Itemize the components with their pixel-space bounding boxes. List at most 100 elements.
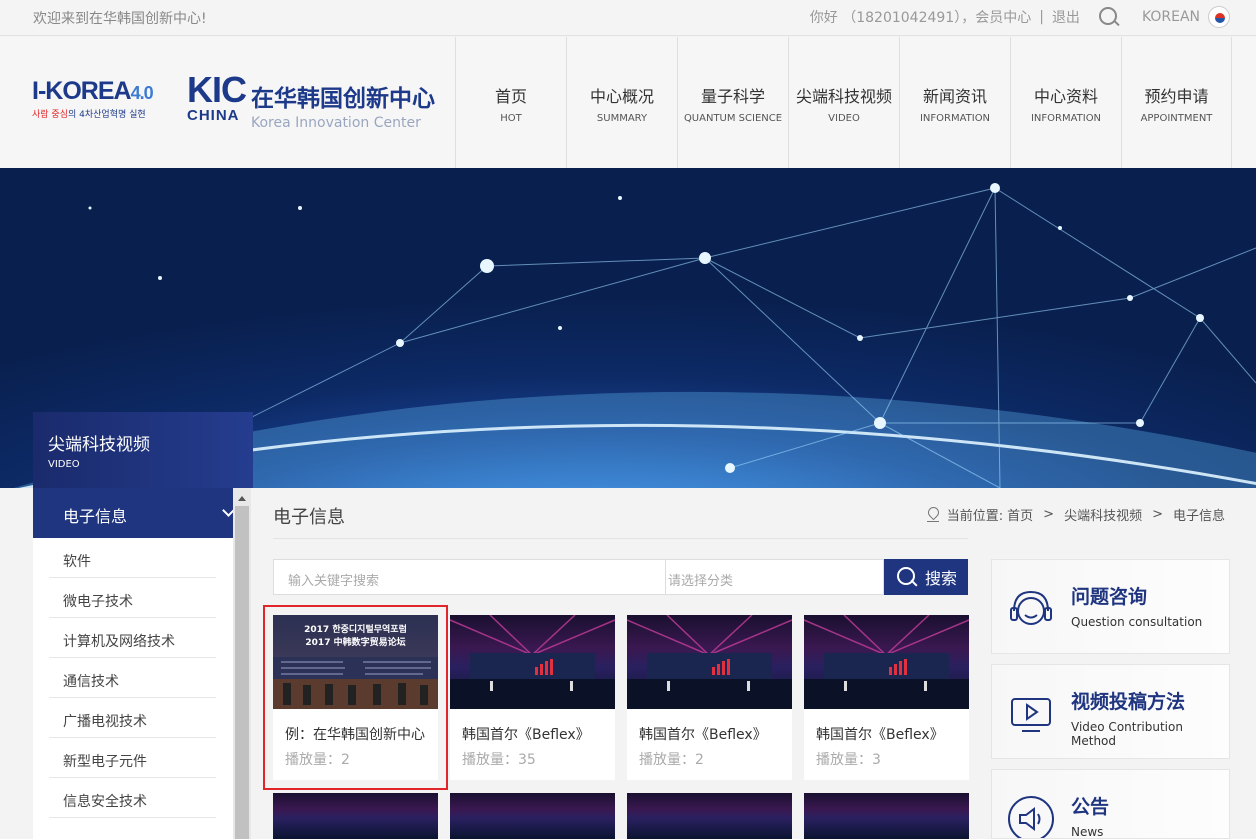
- user-greeting-link[interactable]: 你好 （18201042491），会员中心: [810, 7, 1031, 27]
- scrollbar-thumb[interactable]: [235, 506, 249, 839]
- video-play-count: 播放量：35: [462, 752, 536, 768]
- nav-item-summary[interactable]: 中心概况 SUMMARY: [566, 37, 677, 168]
- headset-icon: [1010, 590, 1052, 625]
- sidebar-item-microelectronics[interactable]: 微电子技术: [49, 578, 216, 618]
- nav-label: 中心概况: [589, 87, 654, 106]
- logout-link[interactable]: 退出: [1052, 7, 1080, 27]
- breadcrumb-label: 当前位置:: [946, 509, 1004, 524]
- keyword-search-input[interactable]: 输入关键字搜索: [273, 559, 666, 595]
- breadcrumb-sep: >: [1043, 507, 1055, 522]
- nav-sublabel: SUMMARY: [596, 113, 648, 124]
- video-play-count: 播放量：3: [816, 752, 881, 768]
- video-card[interactable]: [804, 793, 969, 839]
- language-link[interactable]: KOREAN: [1142, 9, 1200, 25]
- nav-item-video[interactable]: 尖端科技视频 VIDEO: [788, 37, 899, 168]
- video-card[interactable]: 韩国首尔《Beflex》 播放量：35: [450, 615, 615, 780]
- thumbnail-caption-zh: 2017 中韩数字贸易论坛: [305, 638, 406, 648]
- scroll-up-arrow-icon[interactable]: [238, 496, 246, 501]
- sidebar-item-software[interactable]: 软件: [49, 538, 216, 578]
- breadcrumb-current: 电子信息: [1172, 509, 1225, 524]
- i-korea-logo[interactable]: I-KOREA4.0 사람 중심의 4차산업혁명 실현: [32, 77, 154, 120]
- nav-sublabel: HOT: [500, 113, 522, 124]
- korea-flag-icon[interactable]: [1208, 6, 1230, 28]
- search-icon[interactable]: [1098, 6, 1120, 28]
- sidebar-item-computer-network[interactable]: 计算机及网络技术: [49, 618, 216, 658]
- megaphone-icon: [1008, 796, 1054, 838]
- sidebar-active-category[interactable]: 电子信息: [33, 488, 235, 538]
- sidebar-item-broadcast-tv[interactable]: 广播电视技术: [49, 698, 216, 738]
- top-bar: 欢迎来到在华韩国创新中心! 你好 （18201042491），会员中心 | 退出…: [0, 0, 1256, 36]
- video-thumbnail[interactable]: [627, 615, 792, 709]
- video-play-count: 播放量：2: [639, 752, 704, 768]
- nav-sublabel: INFORMATION: [1030, 113, 1102, 124]
- kic-logo[interactable]: KIC CHINA 在华韩国创新中心 Korea Innovation Cent…: [187, 72, 435, 132]
- nav-item-resources[interactable]: 中心资料 INFORMATION: [1010, 37, 1121, 168]
- video-thumbnail[interactable]: [450, 793, 615, 839]
- sidebar-scrollbar[interactable]: [233, 488, 251, 839]
- nav-item-news[interactable]: 新闻资讯 INFORMATION: [899, 37, 1010, 168]
- sidebar-item-electronic-components[interactable]: 新型电子元件: [49, 738, 216, 778]
- video-thumbnail[interactable]: [804, 615, 969, 709]
- thumbnail-caption-ko: 2017 한중디지털무역포럼: [304, 625, 407, 635]
- center-name-en: Korea Innovation Center: [251, 115, 421, 131]
- video-title[interactable]: 韩国首尔《Beflex》: [804, 709, 969, 744]
- i-korea-wordmark: I-KOREA: [32, 77, 132, 105]
- top-divider: |: [1039, 9, 1044, 25]
- video-card[interactable]: [450, 793, 615, 839]
- sidebar-item-info-security[interactable]: 信息安全技术: [49, 778, 216, 818]
- video-card[interactable]: [273, 793, 438, 839]
- card-title: 视频投稿方法: [1071, 691, 1186, 713]
- video-card[interactable]: [627, 793, 792, 839]
- location-pin-icon: [926, 507, 939, 523]
- card-subtitle: News: [1071, 825, 1104, 839]
- video-card[interactable]: 2017 한중디지털무역포럼 2017 中韩数字贸易论坛 例：在华韩国创新中心 …: [263, 605, 448, 790]
- thumbnail-art: [273, 657, 438, 709]
- i-korea-tag-red: 사람 중심: [32, 110, 68, 120]
- search-bar: 输入关键字搜索 请选择分类 搜索: [273, 559, 968, 595]
- breadcrumb: 当前位置: 首页 > 尖端科技视频 > 电子信息: [926, 505, 1225, 524]
- news-card[interactable]: 公告 News: [991, 769, 1230, 839]
- search-icon: [895, 565, 919, 589]
- card-title: 问题咨询: [1071, 586, 1148, 608]
- nav-sublabel: INFORMATION: [919, 113, 991, 124]
- video-thumbnail[interactable]: [273, 793, 438, 839]
- video-thumbnail[interactable]: [450, 615, 615, 709]
- sidebar-active-label: 电子信息: [63, 507, 128, 526]
- video-title[interactable]: 韩国首尔《Beflex》: [450, 709, 615, 744]
- top-bar-right: 你好 （18201042491），会员中心 | 退出 KOREAN: [810, 6, 1230, 28]
- video-title[interactable]: 韩国首尔《Beflex》: [627, 709, 792, 744]
- site-header: I-KOREA4.0 사람 중심의 4차산업혁명 실현 KIC CHINA 在华…: [0, 37, 1256, 168]
- nav-sublabel: APPOINTMENT: [1140, 113, 1213, 124]
- video-thumbnail[interactable]: [627, 793, 792, 839]
- video-card[interactable]: 韩国首尔《Beflex》 播放量：2: [627, 615, 792, 780]
- breadcrumb-home[interactable]: 首页: [1007, 505, 1033, 524]
- category-select[interactable]: 请选择分类: [666, 559, 884, 595]
- nav-item-home[interactable]: 首页 HOT: [455, 37, 566, 168]
- section-subtitle: VIDEO: [48, 459, 80, 470]
- breadcrumb-sep: >: [1152, 507, 1163, 522]
- nav-item-quantum[interactable]: 量子科学 QUANTUM SCIENCE: [677, 37, 788, 168]
- title-divider: [273, 538, 968, 539]
- center-name: 在华韩国创新中心: [251, 86, 435, 112]
- nav-label: 尖端科技视频: [795, 87, 892, 106]
- card-subtitle: Question consultation: [1071, 615, 1203, 629]
- thumbnail-art: [450, 615, 615, 709]
- video-title[interactable]: 例：在华韩国创新中心: [273, 709, 438, 744]
- question-consultation-card[interactable]: 问题咨询 Question consultation: [991, 559, 1230, 654]
- video-thumbnail[interactable]: 2017 한중디지털무역포럼 2017 中韩数字贸易论坛: [273, 615, 438, 709]
- nav-label: 预约申请: [1144, 87, 1209, 106]
- section-title-box: 尖端科技视频 VIDEO: [33, 412, 253, 488]
- video-contribution-card[interactable]: 视频投稿方法 Video Contribution Method: [991, 664, 1230, 759]
- card-subtitle: Video Contribution Method: [1071, 720, 1183, 748]
- video-thumbnail[interactable]: [804, 793, 969, 839]
- thumbnail-art: [627, 615, 792, 709]
- search-button[interactable]: 搜索: [884, 559, 968, 595]
- i-korea-tag: 의 4차산업혁명 실현: [67, 110, 146, 120]
- section-title: 尖端科技视频: [48, 435, 150, 455]
- video-card[interactable]: 韩国首尔《Beflex》 播放量：3: [804, 615, 969, 780]
- nav-item-appointment[interactable]: 预约申请 APPOINTMENT: [1121, 37, 1232, 168]
- sidebar-item-communication[interactable]: 通信技术: [49, 658, 216, 698]
- breadcrumb-level1[interactable]: 尖端科技视频: [1064, 505, 1142, 524]
- thumbnail-art: [804, 615, 969, 709]
- sidebar-list: 软件 微电子技术 计算机及网络技术 通信技术 广播电视技术 新型电子元件 信息安…: [33, 538, 233, 818]
